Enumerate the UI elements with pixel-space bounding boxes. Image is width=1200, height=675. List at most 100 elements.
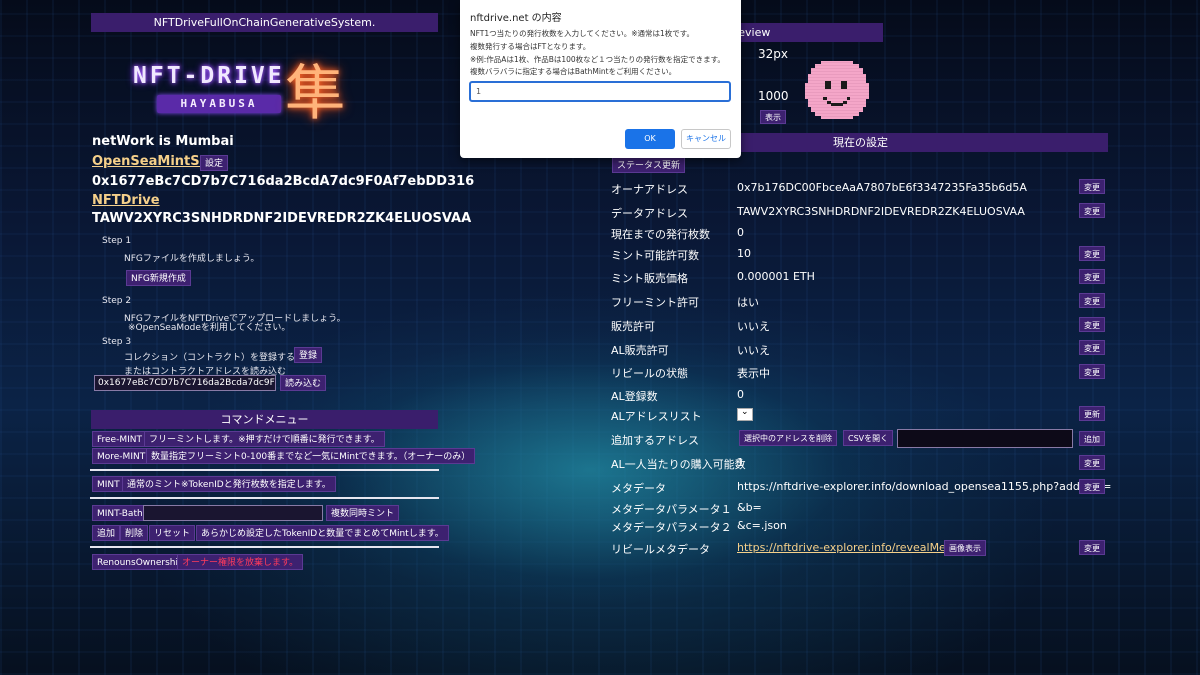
al-sale-allow-change-button[interactable]: 変更 <box>1079 340 1105 355</box>
add-address-button[interactable]: 追加 <box>1079 431 1105 446</box>
logo-sub-badge: HAYABUSA <box>157 95 281 113</box>
open-csv-button[interactable]: CSVを開く <box>843 430 894 446</box>
reveal-state-value: 表示中 <box>737 367 770 380</box>
mint-limit-change-button[interactable]: 変更 <box>1079 246 1105 261</box>
renounce-desc: オーナー権限を放棄します。 <box>177 554 304 570</box>
multi-mint-button[interactable]: 複数同時ミント <box>326 505 400 521</box>
step2-label: Step 2 <box>102 296 132 306</box>
dialog-input[interactable]: 1 <box>469 81 731 102</box>
sale-allow-change-button[interactable]: 変更 <box>1079 317 1105 332</box>
app-title-bar: NFTDriveFullOnChainGenerativeSystem. <box>91 13 438 32</box>
reveal-state-change-button[interactable]: 変更 <box>1079 364 1105 379</box>
mint-limit-value: 10 <box>737 247 751 260</box>
mint-price-change-button[interactable]: 変更 <box>1079 269 1105 284</box>
al-list-label: ALアドレスリスト <box>611 410 702 423</box>
metadata-change-button[interactable]: 変更 <box>1079 479 1105 494</box>
step1-label: Step 1 <box>102 236 132 246</box>
reveal-metadata-link[interactable]: https://nftdrive-explorer.info/revealMet… <box>737 541 961 554</box>
free-mint-desc: フリーミントします。※押すだけで順番に発行できます。 <box>144 431 385 447</box>
metadata-param1-label: メタデータパラメータ１ <box>611 503 732 516</box>
settings-title: 現在の設定 <box>833 136 888 149</box>
step1-text: NFGファイルを作成しましょう。 <box>124 254 260 264</box>
preview-size: 32px <box>758 47 788 61</box>
dialog-ok-button[interactable]: OK <box>625 129 675 149</box>
reveal-metadata-change-button[interactable]: 変更 <box>1079 540 1105 555</box>
chevron-down-icon: ⌄ <box>741 407 749 417</box>
nftdrive-link[interactable]: NFTDrive <box>92 193 160 208</box>
renounce-ownership-button[interactable]: RenounsOwnership <box>92 554 189 570</box>
app-title: NFTDriveFullOnChainGenerativeSystem. <box>153 16 376 29</box>
mint-button[interactable]: MINT <box>92 476 125 492</box>
logo: NFT-DRIVE HAYABUSA 隼 <box>133 55 363 129</box>
contract-address: 0x1677eBc7CD7b7C716da2BcdA7dc9F0Af7ebDD3… <box>92 174 475 189</box>
load-button[interactable]: 読み込む <box>280 375 327 391</box>
step2-note: ※OpenSeaModeを利用してください。 <box>128 323 291 333</box>
divider <box>90 469 439 471</box>
command-menu-title: コマンドメニュー <box>220 413 309 426</box>
free-mint-allow-change-button[interactable]: 変更 <box>1079 293 1105 308</box>
preview-smiley-image <box>805 61 869 119</box>
dialog-cancel-button[interactable]: キャンセル <box>681 129 731 149</box>
metadata-label: メタデータ <box>611 482 666 495</box>
step3-text: コレクション（コントラクト）を登録する <box>124 353 296 363</box>
mint-bath-input[interactable] <box>143 505 323 521</box>
drive-address: TAWV2XYRC3SNHDRDNF2IDEVREDR2ZK4ELUOSVAA <box>92 211 472 226</box>
divider <box>90 546 439 548</box>
al-list-select[interactable]: ⌄ <box>737 407 753 421</box>
owner-address-value: 0x7b176DC00FbceAaA7807bE6f3347235Fa35b6d… <box>737 181 1027 194</box>
prompt-dialog: nftdrive.net の内容 NFT1つ当たりの発行枚数を入力してください。… <box>460 0 741 158</box>
logo-kanji: 隼 <box>285 59 345 129</box>
sale-allow-label: 販売許可 <box>611 320 655 333</box>
al-count-label: AL登録数 <box>611 390 658 403</box>
delete-selected-address-button[interactable]: 選択中のアドレスを削除 <box>739 430 837 446</box>
opensea-set-button[interactable]: 設定 <box>200 155 229 171</box>
command-menu-header: コマンドメニュー <box>91 410 438 429</box>
status-update-button[interactable]: ステータス更新 <box>612 157 686 173</box>
free-mint-allow-label: フリーミント許可 <box>611 296 699 309</box>
divider <box>90 497 439 499</box>
al-count-value: 0 <box>737 388 744 401</box>
add-address-label: 追加するアドレス <box>611 434 699 447</box>
mint-price-label: ミント販売価格 <box>611 272 688 285</box>
dialog-line-2: 複数発行する場合はFTとなります。 <box>470 42 591 51</box>
al-list-update-button[interactable]: 更新 <box>1079 406 1105 421</box>
mint-limit-label: ミント可能許可数 <box>611 249 699 262</box>
al-per-person-value: 1 <box>737 456 744 469</box>
data-address-label: データアドレス <box>611 207 688 220</box>
more-mint-desc: 数量指定フリーミント0-100番までなど一気にMintできます。（オーナーのみ） <box>146 448 476 464</box>
preview-count: 1000 <box>758 89 789 103</box>
sale-allow-value: いいえ <box>737 320 770 333</box>
preview-show-button[interactable]: 表示 <box>760 110 786 124</box>
mint-bath-button[interactable]: MINT-Bath <box>92 505 148 521</box>
metadata-param2-label: メタデータパラメータ２ <box>611 521 732 534</box>
dialog-line-4: 複数バラバラに指定する場合はBathMintをご利用ください。 <box>470 67 677 76</box>
metadata-param1-value: &b= <box>737 501 762 514</box>
data-address-value: TAWV2XYRC3SNHDRDNF2IDEVREDR2ZK4ELUOSVAA <box>737 205 1025 218</box>
dialog-line-3: ※例:作品Aは1枚、作品Bは100枚など１つ当たりの発行数を指定できます。 <box>470 55 725 64</box>
free-mint-button[interactable]: Free-MINT <box>92 431 147 447</box>
mint-desc: 通常のミント※TokenIDと発行枚数を指定します。 <box>122 476 336 492</box>
issued-count-value: 0 <box>737 226 744 239</box>
add-address-input[interactable] <box>897 429 1073 448</box>
logo-main-text: NFT-DRIVE <box>133 63 285 89</box>
bath-add-button[interactable]: 追加 <box>92 525 121 541</box>
preview-header: review <box>730 23 883 42</box>
al-sale-allow-label: AL販売許可 <box>611 344 669 357</box>
contract-address-input[interactable]: 0x1677eBc7CD7b7C716da2Bcda7dc9F0Af7eb <box>94 375 276 391</box>
bath-reset-button[interactable]: リセット <box>149 525 196 541</box>
dialog-title: nftdrive.net の内容 <box>470 13 562 24</box>
al-sale-allow-value: いいえ <box>737 344 770 357</box>
metadata-param2-value: &c=.json <box>737 519 787 532</box>
metadata-value: https://nftdrive-explorer.info/download_… <box>737 480 1112 493</box>
free-mint-allow-value: はい <box>737 296 759 309</box>
nfg-new-button[interactable]: NFG新規作成 <box>126 270 191 286</box>
owner-address-label: オーナアドレス <box>611 183 688 196</box>
image-show-button[interactable]: 画像表示 <box>944 540 986 556</box>
bath-delete-button[interactable]: 削除 <box>120 525 149 541</box>
data-address-change-button[interactable]: 変更 <box>1079 203 1105 218</box>
register-button[interactable]: 登録 <box>294 347 323 363</box>
step3-label: Step 3 <box>102 337 132 347</box>
al-per-person-change-button[interactable]: 変更 <box>1079 455 1105 470</box>
more-mint-button[interactable]: More-MINT <box>92 448 151 464</box>
owner-address-change-button[interactable]: 変更 <box>1079 179 1105 194</box>
